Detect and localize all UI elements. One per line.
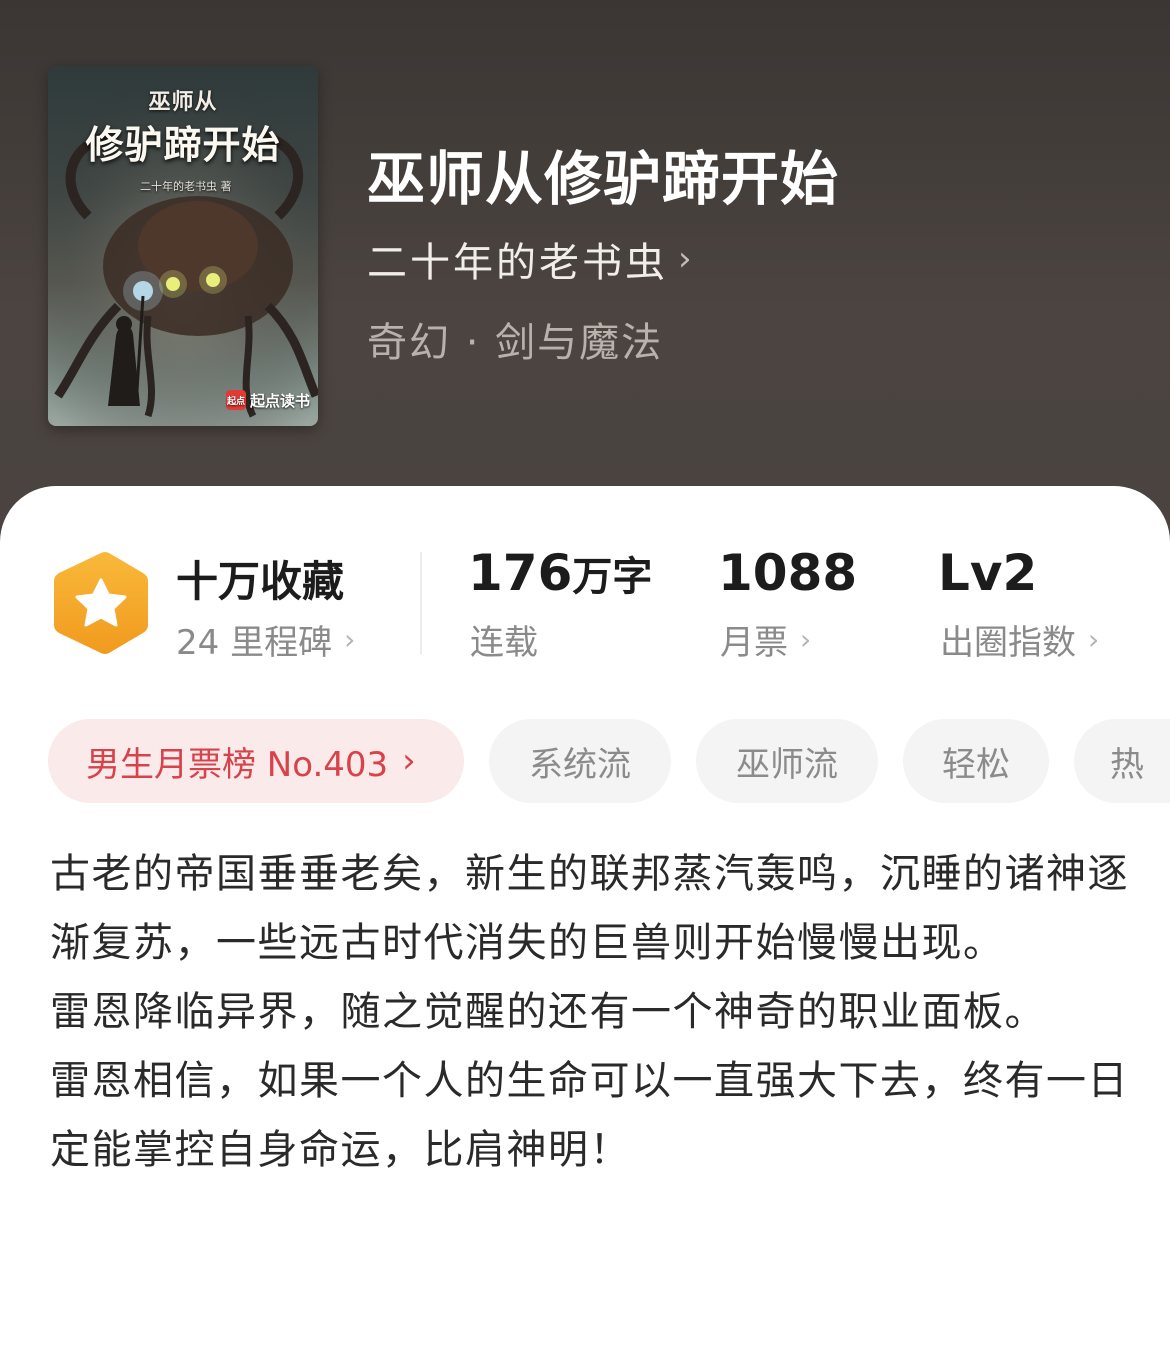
description-paragraph: 雷恩相信，如果一个人的生命可以一直强大下去，终有一日定能掌控自身命运，比肩神明！ bbox=[50, 1058, 1129, 1173]
chevron-right-icon: › bbox=[1088, 623, 1100, 656]
serial-status: 连载 bbox=[470, 615, 538, 664]
popularity-level: Lv2 bbox=[938, 544, 1038, 602]
monthly-ticket-link[interactable]: 月票 › bbox=[720, 615, 811, 664]
tag-wizard[interactable]: 巫师流 bbox=[696, 719, 878, 803]
author-name: 二十年的老书虫 bbox=[367, 240, 668, 286]
cover-brand-label: 起点读书 bbox=[249, 391, 310, 410]
popularity-index-link[interactable]: 出圈指数 › bbox=[940, 615, 1099, 664]
description-paragraph: 古老的帝国垂垂老矣，新生的联邦蒸汽轰鸣，沉睡的诸神逐渐复苏，一些远古时代消失的巨… bbox=[50, 851, 1129, 966]
milestone-link[interactable]: 24 里程碑 › bbox=[176, 615, 355, 664]
tag-relaxed[interactable]: 轻松 bbox=[903, 719, 1049, 803]
chevron-right-icon: › bbox=[344, 623, 356, 656]
book-cover[interactable]: 巫师从 修驴蹄开始 二十年的老书虫 著 起点 起点读书 bbox=[48, 66, 318, 426]
popularity-index-label: 出圈指数 bbox=[940, 623, 1076, 663]
word-count-unit: 万字 bbox=[572, 554, 653, 600]
stats-divider bbox=[420, 552, 422, 654]
qidian-logo-icon: 起点 bbox=[225, 390, 246, 410]
tag-system[interactable]: 系统流 bbox=[489, 719, 671, 803]
chevron-right-icon: › bbox=[402, 741, 416, 781]
cover-brand: 起点 起点读书 bbox=[225, 388, 310, 412]
cover-subtitle: 巫师从 bbox=[148, 90, 218, 115]
cover-author: 二十年的老书虫 著 bbox=[140, 180, 232, 193]
monthly-ticket-count: 1088 bbox=[718, 544, 858, 602]
star-hexagon-icon bbox=[54, 552, 148, 654]
chevron-right-icon: › bbox=[678, 239, 695, 279]
rank-tag[interactable]: 男生月票榜 No.403 › bbox=[48, 719, 464, 803]
cover-title: 修驴蹄开始 bbox=[85, 123, 281, 167]
chevron-right-icon: › bbox=[800, 623, 812, 656]
monthly-ticket-label: 月票 bbox=[720, 623, 788, 663]
serial-status-label: 连载 bbox=[470, 623, 538, 663]
milestone-label: 24 里程碑 bbox=[176, 623, 333, 663]
author-link[interactable]: 二十年的老书虫 › bbox=[367, 230, 695, 288]
book-description: 古老的帝国垂垂老矣，新生的联邦蒸汽轰鸣，沉睡的诸神逐渐复苏，一些远古时代消失的巨… bbox=[50, 840, 1130, 1185]
collection-milestone: 十万收藏 bbox=[176, 557, 345, 606]
book-genre: 奇幻 · 剑与魔法 bbox=[367, 320, 664, 366]
word-count-number: 176 bbox=[468, 544, 573, 602]
description-paragraph: 雷恩降临异界，随之觉醒的还有一个神奇的职业面板。 bbox=[50, 989, 1046, 1035]
book-title: 巫师从修驴蹄开始 bbox=[367, 145, 840, 213]
tag-hot[interactable]: 热 bbox=[1074, 719, 1170, 803]
word-count: 176万字 bbox=[468, 544, 652, 602]
rank-tag-label: 男生月票榜 No.403 bbox=[86, 744, 389, 785]
